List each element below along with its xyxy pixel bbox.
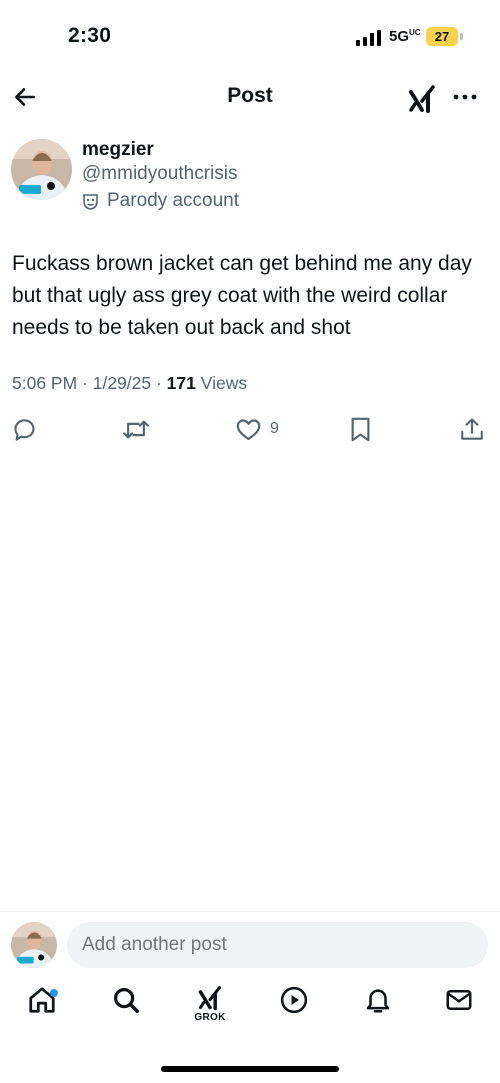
heart-icon [236,418,261,440]
user-avatar[interactable] [11,922,57,968]
post-text: Fuckass brown jacket can get behind me a… [12,252,472,339]
status-bar: 2:30 5GUC 27 [0,0,500,70]
bell-icon [366,989,390,1013]
grok-tab-label: GROK [194,1012,226,1023]
parody-label: Parody account [107,190,240,211]
author-display-name[interactable]: megzier [82,139,154,161]
post-header: Post [0,72,500,122]
more-button[interactable] [450,84,480,110]
reply-input[interactable] [67,922,488,968]
tab-home[interactable] [20,985,64,1033]
views-label: Views [195,373,248,393]
grok-icon [409,85,435,113]
search-icon [113,987,139,1013]
home-indicator [161,1066,339,1072]
tab-grok[interactable]: GROK [188,985,232,1033]
more-icon [453,94,477,100]
post-timestamp: 5:06 PM · 1/29/25 · [12,373,167,393]
status-time: 2:30 [68,24,112,47]
mail-icon [446,990,472,1010]
bottom-tab-bar: GROK [0,985,500,1040]
parody-badge: Parody account [82,190,239,212]
like-button[interactable]: 9 [235,414,279,444]
home-notification-dot [50,989,58,997]
repost-button[interactable] [121,414,159,444]
reply-button[interactable] [11,414,46,444]
share-button[interactable] [459,414,485,444]
like-count: 9 [270,420,279,437]
share-icon [461,418,483,440]
post-meta: 5:06 PM · 1/29/25 · 171 Views [12,373,247,394]
tab-messages[interactable] [437,985,481,1033]
parody-mask-icon [83,193,98,210]
post-actions: 9 [0,414,500,444]
bookmark-button[interactable] [348,414,373,444]
bookmark-icon [351,417,370,441]
composer-divider [0,911,500,912]
battery-tip [460,33,463,40]
tab-media[interactable] [272,985,316,1033]
tab-search[interactable] [104,985,148,1033]
tab-notifications[interactable] [356,985,400,1033]
network-label: 5GUC [389,28,421,45]
author-avatar[interactable] [11,139,72,200]
grok-button[interactable] [405,82,439,116]
author-handle[interactable]: @mmidyouthcrisis [82,163,237,185]
signal-icon [356,30,381,46]
views-count[interactable]: 171 [167,373,196,393]
reply-icon [14,418,35,441]
play-icon [280,986,308,1014]
battery-indicator: 27 [426,27,458,46]
grok-tab-icon [198,986,222,1011]
repost-icon [123,420,149,438]
